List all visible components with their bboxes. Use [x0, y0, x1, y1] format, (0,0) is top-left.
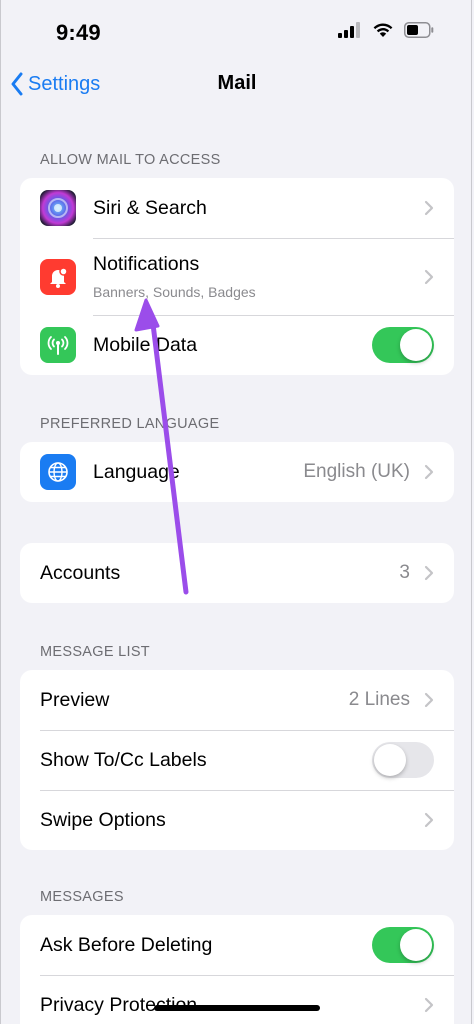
section-header-preferred-language: PREFERRED LANGUAGE — [40, 416, 220, 432]
row-language[interactable]: Language English (UK) — [20, 442, 454, 502]
page-title: Mail — [217, 72, 257, 94]
show-tocc-toggle[interactable] — [372, 742, 434, 778]
preview-value: 2 Lines — [348, 689, 410, 710]
accounts-label: Accounts — [40, 561, 121, 584]
section-header-allow-access: ALLOW MAIL TO ACCESS — [40, 152, 221, 168]
notifications-label: Notifications — [93, 253, 200, 275]
siri-search-label: Siri & Search — [93, 196, 207, 219]
row-ask-before-deleting: Ask Before Deleting — [20, 915, 454, 975]
chevron-right-icon — [424, 269, 434, 284]
show-tocc-label: Show To/Cc Labels — [40, 748, 207, 771]
preview-label: Preview — [40, 688, 110, 711]
language-value: English (UK) — [303, 461, 410, 482]
globe-icon — [40, 454, 76, 490]
siri-icon — [40, 190, 76, 226]
cellular-signal-icon — [338, 22, 360, 38]
chevron-right-icon — [424, 692, 434, 708]
status-time: 9:49 — [56, 20, 101, 45]
ask-before-deleting-toggle[interactable] — [372, 927, 434, 963]
group-allow-access: Siri & Search Notifications Banners, Sou… — [20, 178, 454, 375]
row-privacy-protection[interactable]: Privacy Protection — [20, 975, 454, 1024]
chevron-right-icon — [424, 997, 434, 1013]
language-label: Language — [93, 460, 180, 483]
mobile-data-label: Mobile Data — [93, 333, 198, 356]
chevron-right-icon — [424, 565, 434, 581]
group-message-list: Preview 2 Lines Show To/Cc Labels Swipe … — [20, 670, 454, 850]
ask-before-deleting-label: Ask Before Deleting — [40, 933, 213, 956]
section-header-messages: MESSAGES — [40, 889, 124, 905]
row-show-tocc: Show To/Cc Labels — [20, 730, 454, 790]
row-preview[interactable]: Preview 2 Lines — [20, 670, 454, 730]
row-siri-search[interactable]: Siri & Search — [20, 178, 454, 238]
toggle-knob — [374, 744, 406, 776]
section-header-message-list: MESSAGE LIST — [40, 644, 150, 660]
notifications-subtitle: Banners, Sounds, Badges — [93, 284, 256, 300]
chevron-right-icon — [424, 464, 434, 480]
toggle-knob — [400, 929, 432, 961]
swipe-options-label: Swipe Options — [40, 808, 166, 831]
row-mobile-data: Mobile Data — [20, 315, 454, 375]
row-swipe-options[interactable]: Swipe Options — [20, 790, 454, 850]
accounts-count: 3 — [399, 562, 410, 583]
battery-icon — [404, 22, 434, 38]
notifications-icon — [40, 258, 76, 295]
row-accounts[interactable]: Accounts 3 — [20, 543, 454, 603]
chevron-right-icon — [424, 812, 434, 828]
home-indicator — [154, 1005, 320, 1011]
group-preferred-language: Language English (UK) — [20, 442, 454, 502]
group-accounts: Accounts 3 — [20, 543, 454, 603]
row-notifications[interactable]: Notifications Banners, Sounds, Badges — [20, 238, 454, 315]
mobile-data-toggle[interactable] — [372, 327, 434, 363]
status-icons — [338, 22, 434, 38]
antenna-icon — [40, 327, 76, 363]
chevron-right-icon — [424, 200, 434, 216]
toggle-knob — [400, 329, 432, 361]
wifi-icon — [373, 23, 393, 37]
